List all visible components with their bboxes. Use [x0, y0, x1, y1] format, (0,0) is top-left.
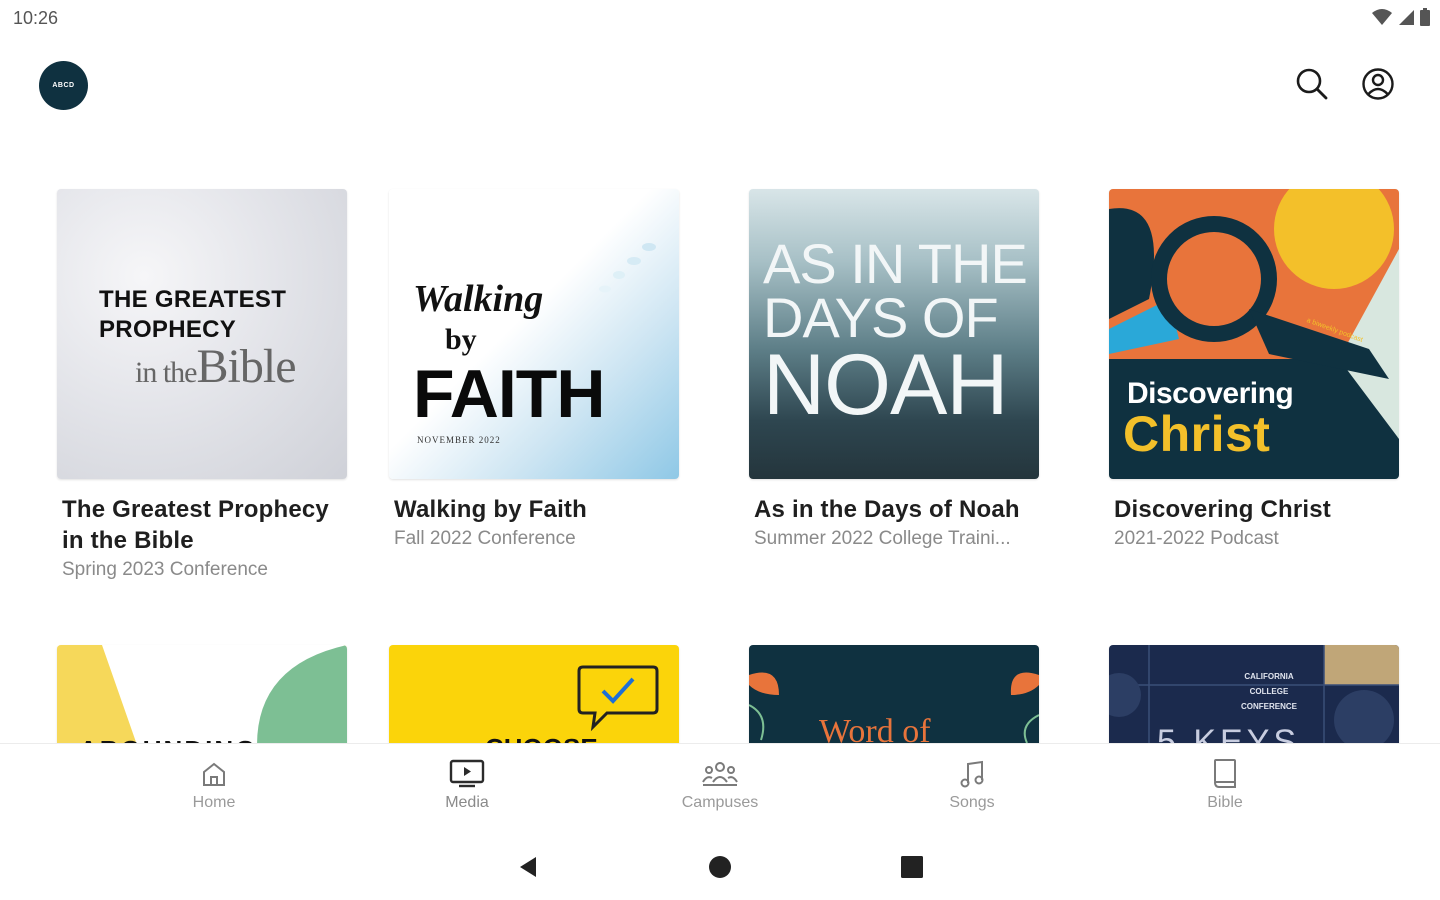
art-line: Word of	[819, 713, 931, 745]
media-card[interactable]: CALIFORNIA COLLEGE CONFERENCE 5 KEYS	[1109, 645, 1399, 745]
art-line: COLLEGE	[1249, 687, 1289, 696]
chat-check-icon	[577, 665, 659, 732]
media-card[interactable]: AS IN THE DAYS OF NOAH As in the Days of…	[749, 189, 1039, 552]
nav-label: Campuses	[681, 794, 759, 811]
media-card[interactable]: ABOUNDING	[57, 645, 347, 745]
nav-item-home[interactable]: Home	[154, 756, 274, 812]
card-artwork: Walking by FAITH NOVEMBER 2022	[389, 189, 679, 479]
card-title: The Greatest Prophecy in the Bible	[62, 496, 329, 554]
art-line: 5 KEYS	[1157, 723, 1301, 745]
art-line: CONFERENCE	[1240, 702, 1297, 711]
media-card[interactable]: THE GREATEST PROPHECY in theBible The Gr…	[57, 189, 347, 583]
art-title: THE GREATEST PROPHECY	[99, 285, 286, 345]
nav-label: Bible	[1207, 794, 1243, 811]
media-card[interactable]: CHOOSE	[389, 645, 679, 745]
card-subtitle: Fall 2022 Conference	[394, 528, 576, 549]
signal-icon	[1399, 10, 1414, 25]
art-line: Walking	[413, 278, 544, 320]
media-card[interactable]: Discovering Christ a biweekly podcast Di…	[1109, 189, 1399, 552]
account-button[interactable]	[1358, 64, 1398, 104]
status-bar: 10:26	[0, 0, 1440, 38]
art-line: in theBible	[135, 339, 297, 394]
nav-label: Songs	[949, 794, 995, 811]
search-icon	[1296, 68, 1328, 100]
nav-item-songs[interactable]: Songs	[912, 756, 1032, 812]
back-icon	[520, 857, 536, 877]
card-artwork: Word of	[749, 645, 1039, 745]
art-line: by	[445, 323, 477, 356]
nav-item-campuses[interactable]: Campuses	[660, 756, 780, 812]
art-line: CALIFORNIA	[1244, 672, 1294, 681]
card-artwork: AS IN THE DAYS OF NOAH	[749, 189, 1039, 479]
bottom-navigation: Home Media Campuses Songs Bible	[0, 743, 1440, 833]
search-button[interactable]	[1292, 64, 1332, 104]
art-title: AS IN THE DAYS OF NOAH	[763, 232, 1028, 433]
account-icon	[1362, 68, 1394, 100]
nav-label: Media	[445, 794, 489, 811]
card-artwork: THE GREATEST PROPHECY in theBible	[57, 189, 347, 479]
card-title: Walking by Faith	[394, 496, 587, 523]
book-icon	[1214, 759, 1236, 788]
battery-icon	[1420, 8, 1430, 26]
nav-label: Home	[192, 794, 236, 811]
app-logo[interactable]: ABCD	[39, 61, 88, 110]
home-icon	[203, 762, 225, 786]
art-line: Christ	[1123, 406, 1271, 462]
back-button[interactable]	[512, 851, 544, 883]
nav-item-bible[interactable]: Bible	[1165, 756, 1285, 812]
art-line: Bible	[196, 340, 297, 393]
card-title: Discovering Christ	[1114, 496, 1331, 523]
card-subtitle: 2021-2022 Podcast	[1114, 528, 1279, 549]
campuses-icon	[702, 762, 738, 786]
card-artwork: CALIFORNIA COLLEGE CONFERENCE 5 KEYS	[1109, 645, 1399, 745]
wifi-icon	[1372, 9, 1392, 25]
art-line: NOVEMBER 2022	[417, 435, 501, 445]
art-line: AS IN THE	[763, 232, 1028, 295]
recents-icon	[901, 856, 923, 878]
media-card[interactable]: Walking by FAITH NOVEMBER 2022 Walking b…	[389, 189, 679, 552]
card-subtitle: Spring 2023 Conference	[62, 559, 268, 580]
art-line: in the	[135, 356, 197, 389]
card-artwork: Discovering Christ a biweekly podcast	[1109, 189, 1399, 479]
nav-item-media[interactable]: Media	[407, 756, 527, 812]
card-title: As in the Days of Noah	[754, 496, 1020, 523]
home-circle-icon	[709, 856, 731, 878]
status-time: 10:26	[13, 8, 59, 28]
card-artwork: CHOOSE	[389, 645, 679, 745]
home-system-button[interactable]	[704, 851, 736, 883]
music-note-icon	[960, 760, 984, 788]
art-line: THE GREATEST	[99, 286, 287, 313]
recents-button[interactable]	[896, 851, 928, 883]
art-line: FAITH	[413, 356, 605, 432]
footprints-graphic	[599, 243, 656, 293]
media-icon	[449, 759, 485, 788]
art-line: NOAH	[763, 337, 1008, 433]
media-card[interactable]: Word of	[749, 645, 1039, 745]
card-subtitle: Summer 2022 College Traini...	[754, 528, 1011, 549]
art-title: CALIFORNIA COLLEGE CONFERENCE	[1219, 669, 1319, 714]
card-artwork: ABOUNDING	[57, 645, 347, 745]
status-icons	[1372, 8, 1430, 26]
system-navigation-bar	[0, 833, 1440, 900]
